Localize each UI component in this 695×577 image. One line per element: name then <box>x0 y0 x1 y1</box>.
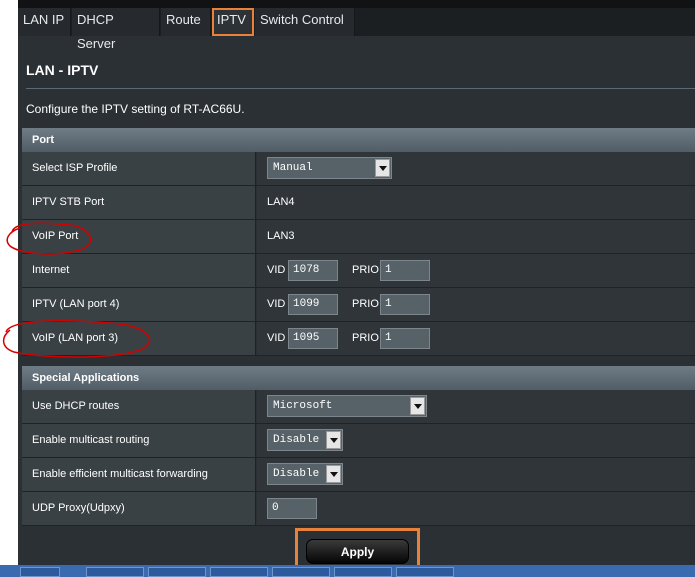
tab-lan-ip[interactable]: LAN IP <box>18 8 71 36</box>
row-value: LAN4 <box>257 186 695 219</box>
row-use-dhcp-routes: Use DHCP routes Microsoft <box>22 390 695 424</box>
prio-label: PRIO <box>352 264 379 276</box>
voip-prio-input[interactable]: 1 <box>380 328 430 349</box>
row-label: VoIP Port <box>22 220 256 253</box>
row-value: VID 1095 PRIO 1 <box>257 322 695 355</box>
section-header-port: Port <box>22 128 695 152</box>
select-value: Manual <box>273 162 313 174</box>
apply-highlight: Apply <box>295 528 420 568</box>
router-settings-frame: LAN IP DHCP Server Route IPTV Switch Con… <box>18 0 695 577</box>
voip-vid-input[interactable]: 1095 <box>288 328 338 349</box>
row-udp-proxy: UDP Proxy(Udpxy) 0 <box>22 492 695 526</box>
row-internet: Internet VID 1078 PRIO 1 <box>22 254 695 288</box>
row-voip-lan-port-3: VoIP (LAN port 3) VID 1095 PRIO 1 <box>22 322 695 356</box>
select-value: Disable <box>273 434 320 446</box>
vid-label: VID <box>267 298 286 310</box>
row-efficient-multicast-forwarding: Enable efficient multicast forwarding Di… <box>22 458 695 492</box>
row-iptv-stb-port: IPTV STB Port LAN4 <box>22 186 695 220</box>
taskbar <box>0 565 695 577</box>
taskbar-button[interactable] <box>272 567 330 577</box>
chevron-down-icon[interactable] <box>375 159 390 177</box>
page-title: LAN - IPTV <box>26 62 99 78</box>
efficient-multicast-select[interactable]: Disable <box>267 463 343 485</box>
row-value: VID 1078 PRIO 1 <box>257 254 695 287</box>
prio-label: PRIO <box>352 298 379 310</box>
tab-bar: LAN IP DHCP Server Route IPTV Switch Con… <box>18 0 695 51</box>
select-value: Disable <box>273 468 320 480</box>
row-value: Disable <box>257 424 695 457</box>
multicast-routing-select[interactable]: Disable <box>267 429 343 451</box>
page-description: Configure the IPTV setting of RT-AC66U. <box>26 102 245 116</box>
chevron-down-icon[interactable] <box>326 431 341 449</box>
tab-dhcp-server[interactable]: DHCP Server <box>72 8 160 51</box>
start-icon[interactable] <box>20 567 60 577</box>
row-value: VID 1099 PRIO 1 <box>257 288 695 321</box>
row-value: Manual <box>257 152 695 185</box>
udp-proxy-input[interactable]: 0 <box>267 498 317 519</box>
row-label: Internet <box>22 254 256 287</box>
row-label: UDP Proxy(Udpxy) <box>22 492 256 525</box>
iptv-prio-input[interactable]: 1 <box>380 294 430 315</box>
taskbar-button[interactable] <box>396 567 454 577</box>
isp-profile-select[interactable]: Manual <box>267 157 392 179</box>
select-value: Microsoft <box>273 400 333 412</box>
taskbar-button[interactable] <box>334 567 392 577</box>
internet-vid-input[interactable]: 1078 <box>288 260 338 281</box>
taskbar-button[interactable] <box>86 567 144 577</box>
apply-button[interactable]: Apply <box>306 539 409 564</box>
row-select-isp-profile: Select ISP Profile Manual <box>22 152 695 186</box>
section-header-special-applications: Special Applications <box>22 366 695 390</box>
vid-label: VID <box>267 264 286 276</box>
row-value: 0 <box>257 492 695 525</box>
taskbar-button[interactable] <box>148 567 206 577</box>
row-enable-multicast-routing: Enable multicast routing Disable <box>22 424 695 458</box>
iptv-vid-input[interactable]: 1099 <box>288 294 338 315</box>
row-value: Microsoft <box>257 390 695 423</box>
row-label: VoIP (LAN port 3) <box>22 322 256 355</box>
chevron-down-icon[interactable] <box>326 465 341 483</box>
prio-label: PRIO <box>352 332 379 344</box>
row-label: Use DHCP routes <box>22 390 256 423</box>
taskbar-button[interactable] <box>210 567 268 577</box>
dhcp-routes-select[interactable]: Microsoft <box>267 395 427 417</box>
row-iptv-lan-port-4: IPTV (LAN port 4) VID 1099 PRIO 1 <box>22 288 695 322</box>
tab-switch-control[interactable]: Switch Control <box>255 8 355 36</box>
top-strip <box>18 0 695 8</box>
tab-route[interactable]: Route <box>161 8 211 36</box>
row-voip-port: VoIP Port LAN3 <box>22 220 695 254</box>
row-label: Enable multicast routing <box>22 424 256 457</box>
row-label: IPTV STB Port <box>22 186 256 219</box>
divider <box>26 88 695 89</box>
row-value: LAN3 <box>257 220 695 253</box>
row-value: Disable <box>257 458 695 491</box>
chevron-down-icon[interactable] <box>410 397 425 415</box>
row-label: Enable efficient multicast forwarding <box>22 458 256 491</box>
internet-prio-input[interactable]: 1 <box>380 260 430 281</box>
vid-label: VID <box>267 332 286 344</box>
row-label: IPTV (LAN port 4) <box>22 288 256 321</box>
row-label: Select ISP Profile <box>22 152 256 185</box>
tab-iptv[interactable]: IPTV <box>212 8 254 36</box>
